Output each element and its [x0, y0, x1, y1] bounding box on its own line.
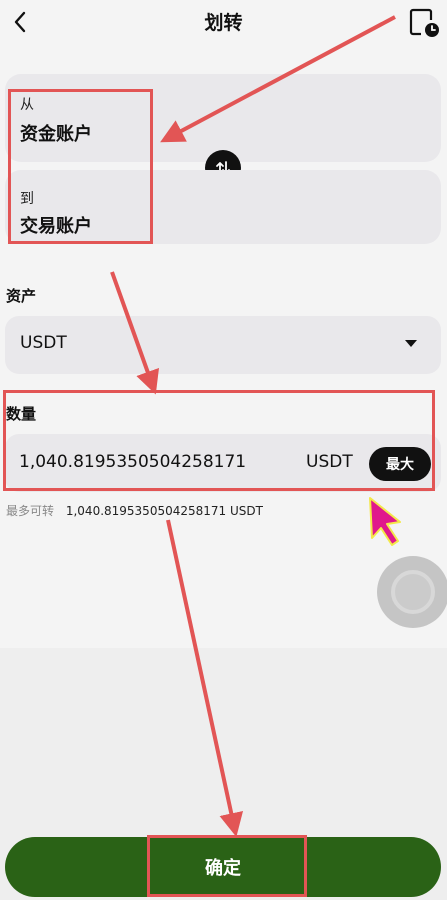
- page-title: 划转: [204, 12, 243, 34]
- amount-value: 1,040.8195350504258171: [19, 452, 247, 472]
- transfer-record-button[interactable]: [407, 6, 443, 38]
- to-account-name: 交易账户: [20, 216, 92, 237]
- available-value: 1,040.8195350504258171 USDT: [65, 504, 263, 518]
- clock-document-icon: [409, 8, 439, 37]
- available-label: 最多可转: [6, 504, 55, 518]
- amount-label: 数量: [6, 405, 37, 423]
- asset-select[interactable]: USDT: [5, 316, 441, 374]
- from-account-name: 资金账户: [20, 124, 92, 145]
- amount-input[interactable]: 1,040.8195350504258171 USDT 最大: [5, 434, 441, 492]
- pointer-cursor-icon: [369, 497, 401, 546]
- max-button[interactable]: 最大: [369, 447, 431, 481]
- floating-button-inner: [391, 570, 435, 614]
- asset-label: 资产: [6, 287, 37, 305]
- amount-unit: USDT: [306, 452, 353, 472]
- top-bar: 划转: [0, 0, 447, 44]
- available-amount: 最多可转 1,040.8195350504258171 USDT: [6, 502, 263, 519]
- floating-assistive-button[interactable]: [377, 556, 447, 628]
- to-account-card[interactable]: 到 交易账户: [5, 170, 441, 244]
- confirm-button[interactable]: 确定: [5, 837, 441, 897]
- caret-down-icon: [405, 340, 417, 347]
- to-label: 到: [20, 191, 34, 207]
- asset-selected-value: USDT: [20, 333, 67, 353]
- from-account-card[interactable]: 从 资金账户: [5, 74, 441, 162]
- from-label: 从: [20, 97, 34, 113]
